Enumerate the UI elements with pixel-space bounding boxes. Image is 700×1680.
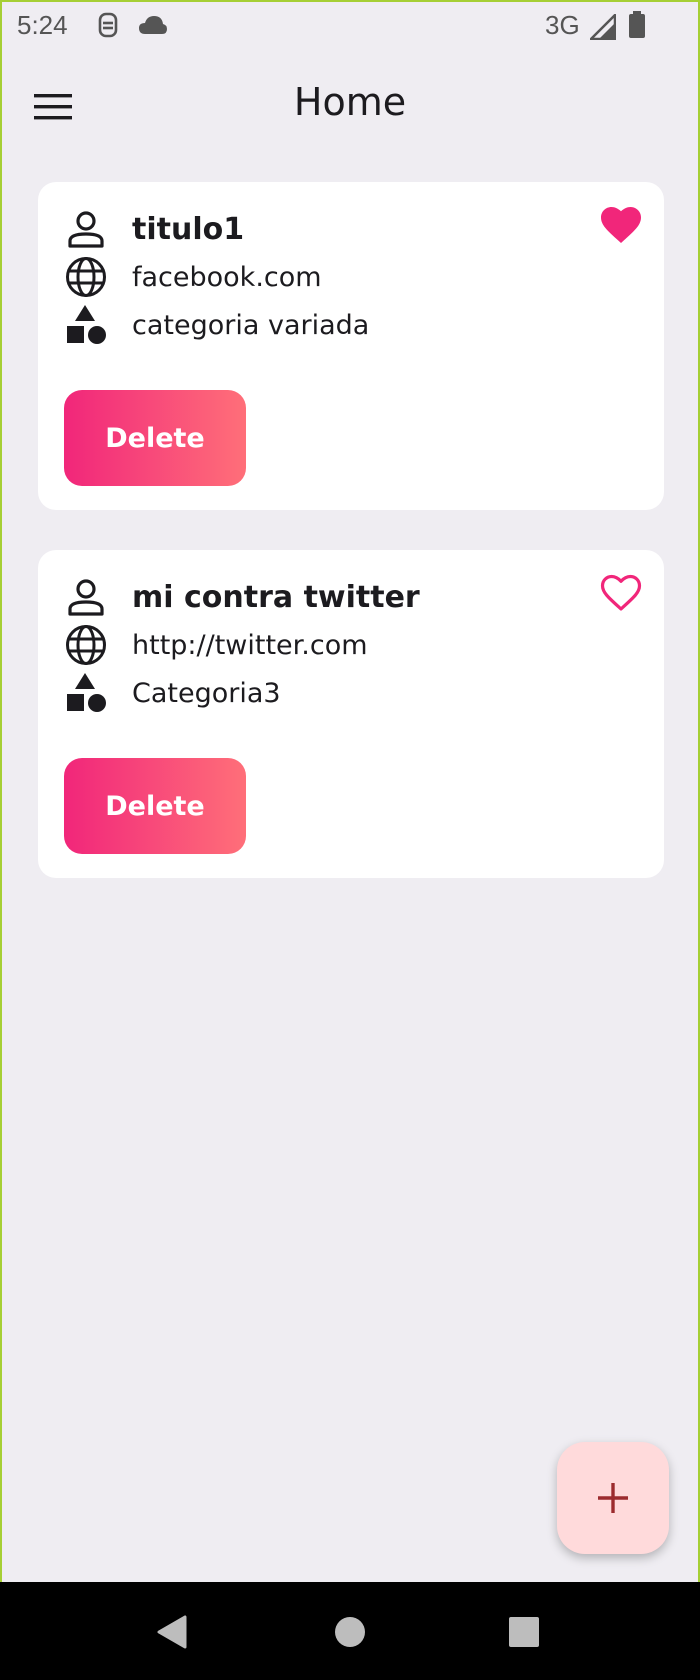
entry-site: facebook.com (132, 261, 322, 293)
entry-site-row: http://twitter.com (64, 622, 368, 668)
entry-category-row: categoria variada (64, 302, 369, 348)
plus-icon (598, 1483, 628, 1513)
entry-category: Categoria3 (132, 677, 281, 709)
entry-site-row: facebook.com (64, 254, 322, 300)
entry-title: titulo1 (132, 211, 245, 247)
entry-title-row: titulo1 (64, 206, 244, 252)
delete-button[interactable]: Delete (64, 758, 246, 854)
entry-category: categoria variada (132, 309, 370, 341)
entry-card: mi contra twitter http://twitter.com Cat… (38, 550, 664, 878)
status-bar: 5:24 3G (2, 2, 698, 50)
category-icon (64, 671, 108, 715)
favorite-outline-heart-icon[interactable] (598, 570, 644, 616)
entry-title: mi contra twitter (132, 579, 420, 615)
globe-icon (64, 255, 108, 299)
globe-icon (64, 623, 108, 667)
add-entry-fab[interactable] (557, 1442, 669, 1554)
top-app-bar: Home (2, 64, 698, 150)
home-icon[interactable] (328, 1610, 372, 1654)
favorite-filled-heart-icon[interactable] (598, 202, 644, 248)
delete-button[interactable]: Delete (64, 390, 246, 486)
entry-category-row: Categoria3 (64, 670, 281, 716)
network-type: 3G (545, 10, 580, 40)
category-icon (64, 303, 108, 347)
entry-card: titulo1 facebook.com categoria variada D… (38, 182, 664, 510)
cloud-icon (138, 15, 168, 40)
status-time: 5:24 (17, 10, 68, 40)
signal-icon (589, 13, 617, 45)
back-icon[interactable] (150, 1610, 194, 1654)
sim-icon (97, 12, 119, 45)
system-nav-bar (0, 1582, 700, 1680)
entry-site: http://twitter.com (132, 629, 368, 661)
recents-icon[interactable] (502, 1610, 546, 1654)
person-icon (64, 207, 108, 251)
person-icon (64, 575, 108, 619)
battery-icon (628, 11, 646, 44)
entry-title-row: mi contra twitter (64, 574, 420, 620)
screen: 5:24 3G Home titulo1 facebook.com catego… (0, 0, 700, 1680)
page-title: Home (293, 80, 407, 124)
